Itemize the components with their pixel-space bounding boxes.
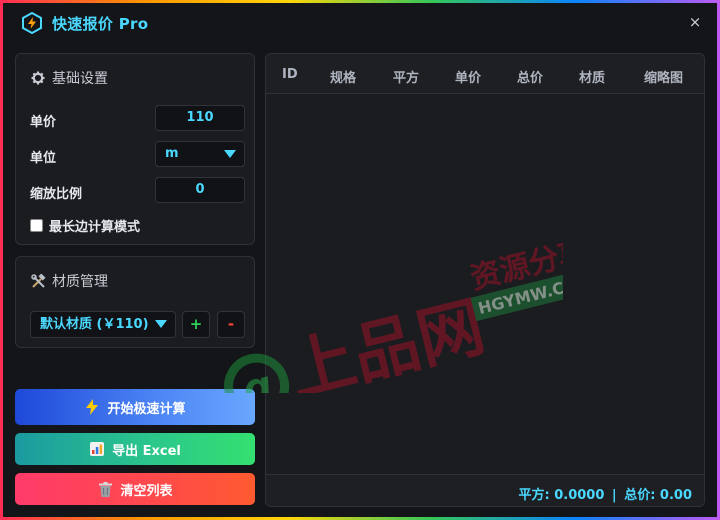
material-select[interactable]: 默认材质 (￥110) xyxy=(30,311,176,338)
table-footer: 平方: 0.0000 | 总价: 0.00 xyxy=(266,474,704,506)
add-material-button[interactable]: + xyxy=(182,311,210,338)
clear-list-button[interactable]: 清空列表 xyxy=(15,473,255,505)
gear-icon xyxy=(30,70,46,86)
material-panel: 材质管理 默认材质 (￥110) + - xyxy=(15,256,255,348)
column-header-spec[interactable]: 规格 xyxy=(330,67,356,86)
material-heading-label: 材质管理 xyxy=(52,274,108,290)
trash-icon xyxy=(97,481,113,497)
summary-text: 平方: 0.0000 | 总价: 0.00 xyxy=(518,484,692,503)
clear-list-label: 清空列表 xyxy=(120,483,173,499)
column-header-area[interactable]: 平方 xyxy=(393,67,419,86)
summary-separator: | xyxy=(611,488,617,503)
scale-input[interactable]: 0 xyxy=(155,177,245,203)
summary-area: 平方: 0.0000 xyxy=(518,488,605,503)
material-heading: 材质管理 xyxy=(30,271,108,291)
window-frame: 快速报价 Pro × 基础设置 单价 110 单位 m 缩放比例 0 最长边计算… xyxy=(0,0,720,520)
scale-label: 缩放比例 xyxy=(30,187,83,202)
lightning-icon xyxy=(84,399,100,415)
export-excel-label: 导出 Excel xyxy=(112,443,181,459)
column-header-thumbnail[interactable]: 缩略图 xyxy=(644,67,683,86)
unit-price-input[interactable]: 110 xyxy=(155,105,245,131)
unit-select-value: m xyxy=(165,146,179,161)
app-window: 快速报价 Pro × 基础设置 单价 110 单位 m 缩放比例 0 最长边计算… xyxy=(3,3,717,517)
column-header-unit-price[interactable]: 单价 xyxy=(455,67,481,86)
unit-select[interactable]: m xyxy=(155,141,245,167)
longest-side-checkbox[interactable] xyxy=(30,219,43,232)
settings-heading-label: 基础设置 xyxy=(52,71,108,87)
tools-icon xyxy=(30,273,46,289)
material-select-value: 默认材质 (￥110) xyxy=(40,317,149,332)
unit-price-label: 单价 xyxy=(30,115,57,130)
results-table: ID 规格 平方 单价 总价 材质 缩略图 平方: 0.0000 | 总价: 0… xyxy=(265,53,705,507)
chevron-down-icon xyxy=(155,320,167,328)
remove-material-button[interactable]: - xyxy=(217,311,245,338)
close-button[interactable]: × xyxy=(687,14,703,30)
longest-side-option[interactable]: 最长边计算模式 xyxy=(30,216,140,235)
table-body[interactable] xyxy=(266,95,704,473)
settings-heading: 基础设置 xyxy=(30,68,108,88)
summary-total: 总价: 0.00 xyxy=(624,488,692,503)
column-header-total[interactable]: 总价 xyxy=(517,67,543,86)
unit-label: 单位 xyxy=(30,151,57,166)
start-calculation-button[interactable]: 开始极速计算 xyxy=(15,389,255,425)
column-header-material[interactable]: 材质 xyxy=(579,67,605,86)
column-header-id[interactable]: ID xyxy=(282,67,298,82)
longest-side-label: 最长边计算模式 xyxy=(49,220,141,235)
app-title: 快速报价 Pro xyxy=(52,14,149,33)
chevron-down-icon xyxy=(224,150,236,158)
start-calculation-label: 开始极速计算 xyxy=(107,401,186,417)
chart-icon xyxy=(89,441,105,457)
settings-panel: 基础设置 单价 110 单位 m 缩放比例 0 最长边计算模式 xyxy=(15,53,255,245)
export-excel-button[interactable]: 导出 Excel xyxy=(15,433,255,465)
table-header: ID 规格 平方 单价 总价 材质 缩略图 xyxy=(266,54,704,94)
lightning-hexagon-icon xyxy=(21,12,43,34)
title-bar: 快速报价 Pro × xyxy=(3,3,717,43)
